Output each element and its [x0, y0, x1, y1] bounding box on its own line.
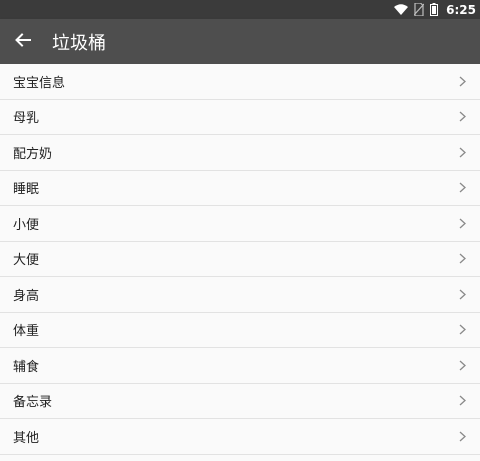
list-item-height[interactable]: 身高: [0, 277, 480, 313]
battery-icon: [430, 3, 439, 16]
list-item-baby-info[interactable]: 宝宝信息: [0, 64, 480, 100]
status-time: 6:25: [446, 2, 476, 17]
chevron-right-icon: [459, 182, 466, 193]
list-item-label: 备忘录: [13, 395, 53, 411]
list-item-other[interactable]: 其他: [0, 419, 480, 455]
list-item-stool[interactable]: 大便: [0, 241, 480, 277]
back-button[interactable]: [0, 19, 46, 64]
wifi-icon: [394, 4, 409, 15]
no-sim-icon: [414, 3, 425, 16]
list-item-label: 宝宝信息: [13, 75, 66, 91]
list-item-label: 辅食: [13, 359, 40, 375]
list-item-label: 大便: [13, 253, 40, 269]
page-title: 垃圾桶: [52, 32, 106, 54]
list-item-urine[interactable]: 小便: [0, 206, 480, 242]
chevron-right-icon: [459, 76, 466, 87]
chevron-right-icon: [459, 395, 466, 406]
chevron-right-icon: [459, 111, 466, 122]
list-item-solid-food[interactable]: 辅食: [0, 348, 480, 384]
list-item-label: 身高: [13, 288, 40, 304]
arrow-left-icon: [15, 32, 31, 52]
list-item-memo[interactable]: 备忘录: [0, 383, 480, 419]
chevron-right-icon: [459, 147, 466, 158]
category-list: 宝宝信息 母乳 配方奶 睡眠 小便 大便 身高 体重 辅食 备忘录 其他: [0, 64, 480, 455]
list-item-label: 体重: [13, 324, 40, 340]
list-item-label: 小便: [13, 217, 40, 233]
chevron-right-icon: [459, 289, 466, 300]
chevron-right-icon: [459, 360, 466, 371]
list-item-label: 睡眠: [13, 182, 40, 198]
list-item-label: 母乳: [13, 111, 40, 127]
chevron-right-icon: [459, 324, 466, 335]
list-item-breast-milk[interactable]: 母乳: [0, 99, 480, 135]
chevron-right-icon: [459, 431, 466, 442]
chevron-right-icon: [459, 253, 466, 264]
list-item-label: 其他: [13, 430, 40, 446]
list-item-formula[interactable]: 配方奶: [0, 135, 480, 171]
list-item-label: 配方奶: [13, 146, 53, 162]
list-item-weight[interactable]: 体重: [0, 312, 480, 348]
status-bar: 6:25: [0, 0, 480, 19]
app-bar: 垃圾桶: [0, 19, 480, 64]
list-item-sleep[interactable]: 睡眠: [0, 170, 480, 206]
chevron-right-icon: [459, 218, 466, 229]
